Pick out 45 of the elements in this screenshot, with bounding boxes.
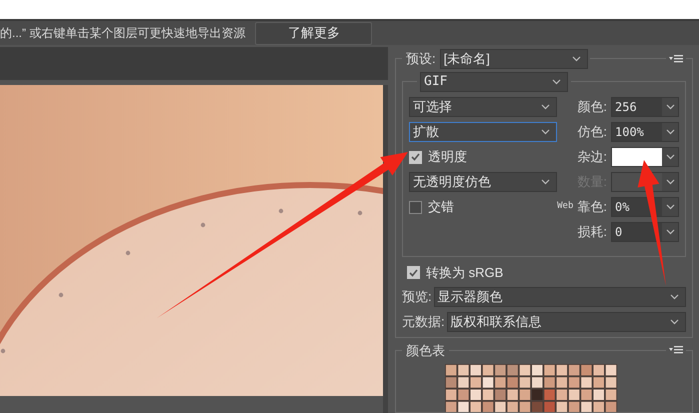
checkmark-icon — [411, 153, 420, 161]
field-label: 元数据: — [402, 312, 445, 331]
chevron-down-icon — [541, 179, 550, 185]
dropdown[interactable]: [未命名] — [440, 49, 588, 69]
checkbox[interactable] — [409, 150, 422, 164]
chevron-down-icon — [666, 129, 674, 135]
matte-color-field[interactable] — [611, 147, 679, 167]
field-label: 颜色: — [577, 98, 607, 116]
checkbox[interactable] — [407, 266, 420, 280]
dropdown[interactable]: 可选择 — [409, 97, 557, 117]
chevron-down-icon — [541, 129, 550, 135]
value-combo-field[interactable]: 100% — [611, 122, 679, 142]
chevron-down-icon — [666, 104, 674, 110]
dropdown[interactable]: 版权和联系信息 — [446, 312, 686, 332]
chevron-down-icon — [670, 318, 679, 324]
panel-menu-icon[interactable] — [669, 346, 683, 354]
value-combo-field[interactable]: 256 — [611, 97, 679, 117]
dropdown[interactable]: 显示器颜色 — [434, 286, 686, 306]
checkmark-icon — [409, 268, 418, 277]
dropdown[interactable]: 无透明度仿色 — [409, 172, 557, 192]
chevron-down-icon — [572, 56, 581, 62]
chevron-down-icon — [541, 104, 550, 110]
chevron-down-icon — [666, 204, 674, 210]
web-prefix-label: Web — [557, 200, 574, 214]
chevron-down-icon — [670, 294, 679, 300]
checkbox[interactable] — [409, 200, 422, 214]
dropdown[interactable]: 扩散 — [409, 122, 557, 142]
field-label: 靠色: — [577, 198, 607, 216]
checkbox-label: 转换为 sRGB — [426, 264, 504, 282]
chevron-down-icon — [552, 79, 561, 85]
learn-more-button[interactable]: 了解更多 — [255, 22, 372, 45]
checkbox-label: 透明度 — [428, 148, 467, 166]
field-label: 仿色: — [577, 123, 607, 142]
panel-menu-icon[interactable] — [669, 55, 683, 63]
hint-text: 的...” 或右键单击某个图层可更快速地导出资源 — [0, 25, 246, 42]
field-label: 杂边: — [577, 148, 607, 166]
dropdown[interactable]: GIF — [420, 72, 568, 92]
checkbox-label: 交错 — [428, 198, 454, 216]
value-combo-field[interactable]: 0 — [611, 222, 679, 242]
chevron-down-icon — [666, 179, 674, 185]
chevron-down-icon — [666, 229, 674, 235]
chevron-down-icon — [666, 154, 674, 160]
field-label: 损耗: — [577, 223, 607, 242]
preset-label: 预设: — [406, 50, 436, 68]
field-label: 预览: — [402, 288, 432, 306]
